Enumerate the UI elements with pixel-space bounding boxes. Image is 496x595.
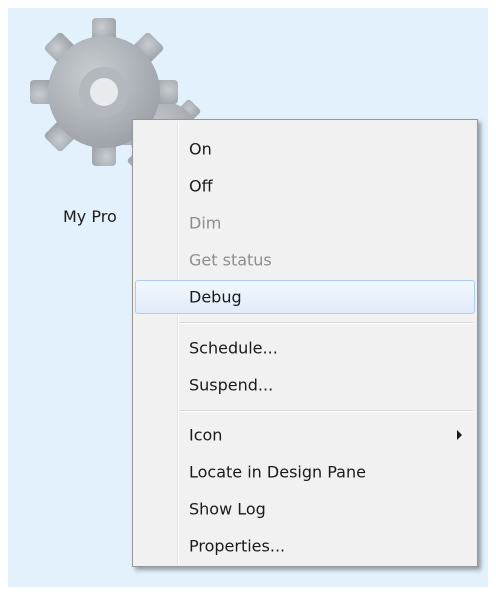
menu-item-label: Icon [189, 425, 223, 445]
menu-item-dim[interactable]: Dim [135, 206, 475, 240]
menu-item-label: Show Log [189, 499, 266, 519]
menu-item-off[interactable]: Off [135, 169, 475, 203]
context-menu: On Off Dim Get status Debug Schedule... … [132, 119, 478, 567]
menu-item-label: Dim [189, 213, 222, 233]
menu-item-properties[interactable]: Properties... [135, 529, 475, 563]
menu-item-label: Schedule... [189, 338, 278, 358]
menu-item-get-status[interactable]: Get status [135, 243, 475, 277]
menu-item-locate-in-design-pane[interactable]: Locate in Design Pane [135, 455, 475, 489]
menu-item-on[interactable]: On [135, 132, 475, 166]
menu-item-schedule[interactable]: Schedule... [135, 331, 475, 365]
menu-item-label: Locate in Design Pane [189, 462, 366, 482]
menu-item-label: Off [189, 176, 213, 196]
menu-item-label: Properties... [189, 536, 286, 556]
menu-item-debug[interactable]: Debug [135, 280, 475, 314]
desktop-item-label[interactable]: My Pro [63, 207, 117, 226]
menu-item-show-log[interactable]: Show Log [135, 492, 475, 526]
desktop-area: My Pro On Off Dim Get status Debug Sched… [8, 8, 488, 587]
menu-separator [179, 322, 473, 324]
menu-item-label: Debug [189, 287, 242, 307]
menu-item-icon[interactable]: Icon [135, 418, 475, 452]
menu-item-label: Get status [189, 250, 272, 270]
menu-item-label: On [189, 139, 212, 159]
menu-item-suspend[interactable]: Suspend... [135, 368, 475, 402]
menu-item-label: Suspend... [189, 375, 274, 395]
menu-separator [179, 410, 473, 412]
submenu-arrow-icon [457, 430, 462, 440]
